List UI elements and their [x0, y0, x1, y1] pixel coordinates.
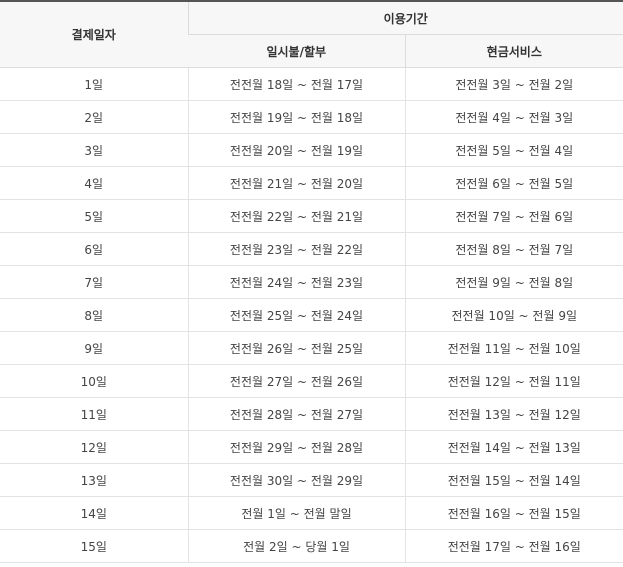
payment-day-cell: 11일 [0, 397, 188, 431]
installment-period-cell: 전전월 27일 ~ 전월 26일 [187, 364, 405, 398]
header-usage-period: 이용기간 [187, 1, 623, 35]
table-row: 1일 전전월 18일 ~ 전월 17일 전전월 3일 ~ 전월 2일 [0, 67, 623, 101]
installment-period-cell: 전전월 20일 ~ 전월 19일 [187, 133, 405, 167]
cash-service-period-cell: 전전월 11일 ~ 전월 10일 [404, 331, 623, 365]
cash-service-period-cell: 전전월 13일 ~ 전월 12일 [404, 397, 623, 431]
table-row: 4일 전전월 21일 ~ 전월 20일 전전월 6일 ~ 전월 5일 [0, 166, 623, 200]
table-row: 12일 전전월 29일 ~ 전월 28일 전전월 14일 ~ 전월 13일 [0, 430, 623, 464]
table-row: 11일 전전월 28일 ~ 전월 27일 전전월 13일 ~ 전월 12일 [0, 397, 623, 431]
payment-day-cell: 9일 [0, 331, 188, 365]
installment-period-cell: 전전월 28일 ~ 전월 27일 [187, 397, 405, 431]
installment-period-cell: 전전월 21일 ~ 전월 20일 [187, 166, 405, 200]
cash-service-period-cell: 전전월 5일 ~ 전월 4일 [404, 133, 623, 167]
cash-service-period-cell: 전전월 3일 ~ 전월 2일 [404, 67, 623, 101]
cash-service-period-cell: 전전월 15일 ~ 전월 14일 [404, 463, 623, 497]
table-row: 5일 전전월 22일 ~ 전월 21일 전전월 7일 ~ 전월 6일 [0, 199, 623, 233]
cash-service-period-cell: 전전월 8일 ~ 전월 7일 [404, 232, 623, 266]
table-row: 15일 전월 2일 ~ 당월 1일 전전월 17일 ~ 전월 16일 [0, 529, 623, 563]
installment-period-cell: 전전월 19일 ~ 전월 18일 [187, 100, 405, 134]
cash-service-period-cell: 전전월 6일 ~ 전월 5일 [404, 166, 623, 200]
installment-period-cell: 전전월 25일 ~ 전월 24일 [187, 298, 405, 332]
table-row: 9일 전전월 26일 ~ 전월 25일 전전월 11일 ~ 전월 10일 [0, 331, 623, 365]
payment-day-cell: 14일 [0, 496, 188, 530]
payment-day-cell: 1일 [0, 67, 188, 101]
cash-service-period-cell: 전전월 12일 ~ 전월 11일 [404, 364, 623, 398]
table-body: 1일 전전월 18일 ~ 전월 17일 전전월 3일 ~ 전월 2일 2일 전전월 19… [0, 67, 623, 563]
cash-service-period-cell: 전전월 7일 ~ 전월 6일 [404, 199, 623, 233]
cash-service-period-cell: 전전월 16일 ~ 전월 15일 [404, 496, 623, 530]
cash-service-period-cell: 전전월 4일 ~ 전월 3일 [404, 100, 623, 134]
table-row: 14일 전월 1일 ~ 전월 말일 전전월 16일 ~ 전월 15일 [0, 496, 623, 530]
table-row: 6일 전전월 23일 ~ 전월 22일 전전월 8일 ~ 전월 7일 [0, 232, 623, 266]
payment-day-cell: 7일 [0, 265, 188, 299]
cash-service-period-cell: 전전월 10일 ~ 전월 9일 [404, 298, 623, 332]
installment-period-cell: 전전월 22일 ~ 전월 21일 [187, 199, 405, 233]
table-row: 7일 전전월 24일 ~ 전월 23일 전전월 9일 ~ 전월 8일 [0, 265, 623, 299]
payment-day-cell: 15일 [0, 529, 188, 563]
payment-day-cell: 12일 [0, 430, 188, 464]
payment-day-cell: 4일 [0, 166, 188, 200]
table-row: 8일 전전월 25일 ~ 전월 24일 전전월 10일 ~ 전월 9일 [0, 298, 623, 332]
installment-period-cell: 전전월 23일 ~ 전월 22일 [187, 232, 405, 266]
table-row: 10일 전전월 27일 ~ 전월 26일 전전월 12일 ~ 전월 11일 [0, 364, 623, 398]
cash-service-period-cell: 전전월 9일 ~ 전월 8일 [404, 265, 623, 299]
payment-day-cell: 2일 [0, 100, 188, 134]
billing-period-table: 결제일자 이용기간 일시불/할부 현금서비스 1일 전전월 18일 ~ 전월 17… [0, 0, 623, 563]
payment-day-cell: 3일 [0, 133, 188, 167]
cash-service-period-cell: 전전월 14일 ~ 전월 13일 [404, 430, 623, 464]
installment-period-cell: 전전월 26일 ~ 전월 25일 [187, 331, 405, 365]
installment-period-cell: 전전월 24일 ~ 전월 23일 [187, 265, 405, 299]
installment-period-cell: 전전월 29일 ~ 전월 28일 [187, 430, 405, 464]
payment-day-cell: 8일 [0, 298, 188, 332]
payment-day-cell: 13일 [0, 463, 188, 497]
header-payment-day: 결제일자 [0, 1, 188, 68]
installment-period-cell: 전월 1일 ~ 전월 말일 [187, 496, 405, 530]
table-row: 3일 전전월 20일 ~ 전월 19일 전전월 5일 ~ 전월 4일 [0, 133, 623, 167]
installment-period-cell: 전전월 18일 ~ 전월 17일 [187, 67, 405, 101]
payment-day-cell: 6일 [0, 232, 188, 266]
payment-day-cell: 10일 [0, 364, 188, 398]
installment-period-cell: 전월 2일 ~ 당월 1일 [187, 529, 405, 563]
cash-service-period-cell: 전전월 17일 ~ 전월 16일 [404, 529, 623, 563]
header-row-top: 결제일자 이용기간 [0, 1, 623, 68]
table-row: 2일 전전월 19일 ~ 전월 18일 전전월 4일 ~ 전월 3일 [0, 100, 623, 134]
header-installment: 일시불/할부 [188, 34, 405, 68]
header-cash-service: 현금서비스 [404, 34, 623, 68]
table-header: 결제일자 이용기간 일시불/할부 현금서비스 [0, 1, 623, 68]
table-row: 13일 전전월 30일 ~ 전월 29일 전전월 15일 ~ 전월 14일 [0, 463, 623, 497]
payment-day-cell: 5일 [0, 199, 188, 233]
installment-period-cell: 전전월 30일 ~ 전월 29일 [187, 463, 405, 497]
